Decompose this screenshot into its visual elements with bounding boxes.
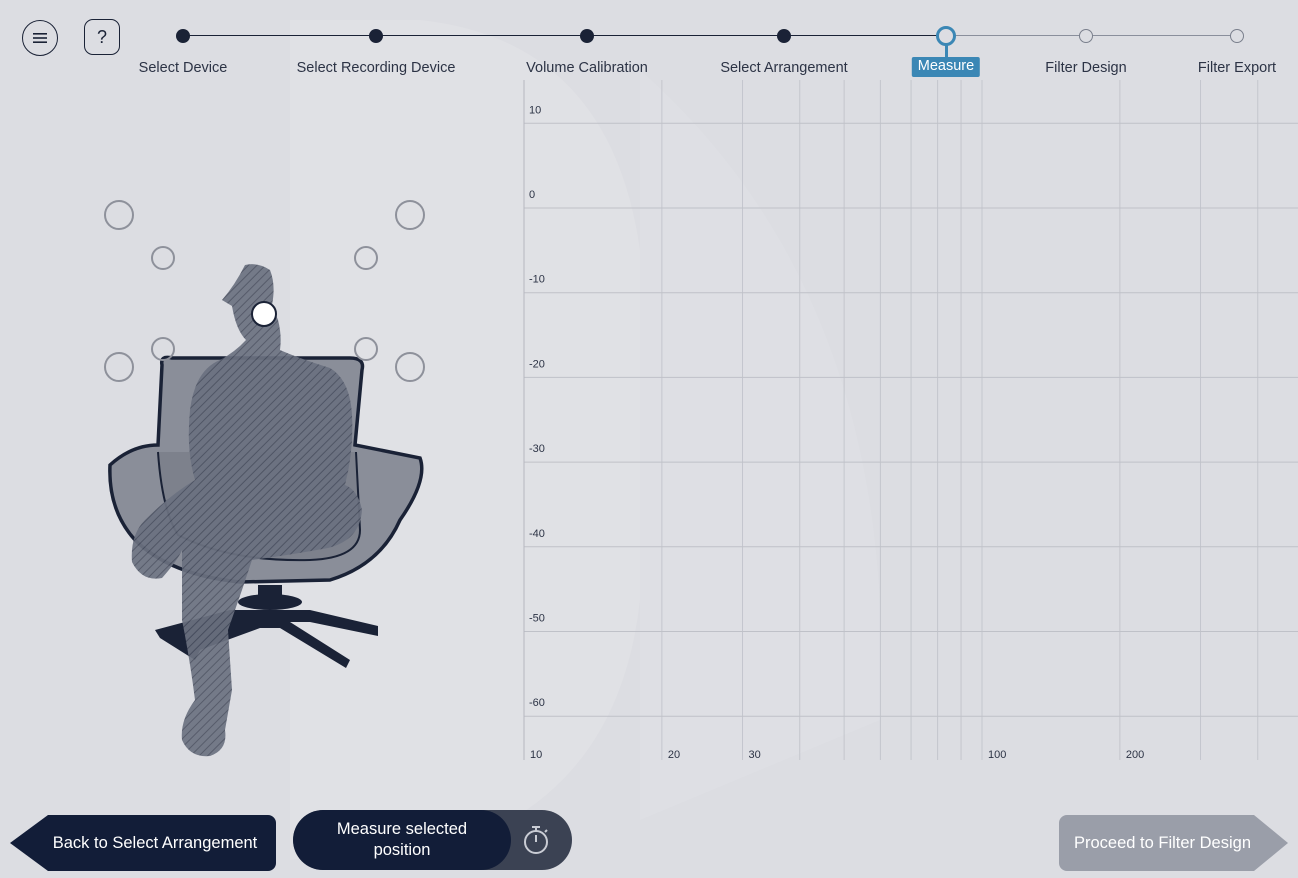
speaker-lower-right-inner[interactable] <box>354 337 378 361</box>
y-tick-label: -30 <box>529 443 545 455</box>
step-label-select-device[interactable]: Select Device <box>139 60 228 76</box>
y-tick-label: -50 <box>529 613 545 625</box>
listener-chair-illustration <box>60 190 480 770</box>
step-label-select-arrangement[interactable]: Select Arrangement <box>720 60 847 76</box>
speaker-upper-left-inner[interactable] <box>151 246 175 270</box>
y-tick-label: -20 <box>529 358 545 370</box>
step-label-measure[interactable]: Measure <box>911 57 981 77</box>
speaker-upper-left-outer[interactable] <box>104 200 134 230</box>
proceed-to-filter-design-button[interactable]: Proceed to Filter Design <box>1059 815 1288 871</box>
step-label-select-recording-device[interactable]: Select Recording Device <box>297 60 456 76</box>
step-marker-select-recording-device[interactable] <box>369 29 383 43</box>
x-tick-label: 20 <box>668 749 680 761</box>
hamburger-menu-icon <box>33 33 47 43</box>
x-tick-label: 200 <box>1126 749 1144 761</box>
measure-selected-position-button[interactable]: Measure selected position <box>293 810 511 870</box>
step-label-filter-export[interactable]: Filter Export <box>1198 60 1276 76</box>
y-tick-label: 10 <box>529 104 541 116</box>
help-button[interactable]: ? <box>84 19 120 55</box>
proceed-button-label: Proceed to Filter Design <box>1074 833 1251 852</box>
step-marker-measure[interactable] <box>936 26 956 46</box>
help-icon: ? <box>96 26 107 47</box>
x-tick-label: 10 <box>530 749 542 761</box>
y-tick-label: -10 <box>529 274 545 286</box>
step-marker-select-arrangement[interactable] <box>777 29 791 43</box>
stopwatch-icon <box>524 826 548 854</box>
step-label-filter-design[interactable]: Filter Design <box>1045 60 1126 76</box>
speaker-upper-right-outer[interactable] <box>395 200 425 230</box>
measurement-position-selected[interactable] <box>251 301 277 327</box>
speaker-lower-left-inner[interactable] <box>151 337 175 361</box>
wizard-stepper: Select Device Select Recording Device Volu… <box>0 0 1298 90</box>
x-tick-label: 30 <box>749 749 761 761</box>
back-button-label: Back to Select Arrangement <box>52 833 258 852</box>
measure-button-label-line2: position <box>373 841 431 859</box>
stepper-connector <box>183 35 376 36</box>
y-tick-label: -40 <box>529 528 545 540</box>
x-tick-label: 100 <box>988 749 1006 761</box>
speaker-lower-left-outer[interactable] <box>104 352 134 382</box>
stepper-connector <box>784 35 946 36</box>
step-label-volume-calibration[interactable]: Volume Calibration <box>526 60 648 76</box>
measure-button-label-line1: Measure selected <box>336 820 468 838</box>
speaker-upper-right-inner[interactable] <box>354 246 378 270</box>
y-tick-label: -60 <box>529 697 545 709</box>
menu-button[interactable] <box>22 20 58 56</box>
step-marker-filter-export[interactable] <box>1230 29 1244 43</box>
stepper-connector <box>376 35 587 36</box>
measure-control: Measure selected position <box>293 810 572 870</box>
step-marker-filter-design[interactable] <box>1079 29 1093 43</box>
stepper-connector <box>946 35 1086 36</box>
step-marker-volume-calibration[interactable] <box>580 29 594 43</box>
step-marker-select-device[interactable] <box>176 29 190 43</box>
stepper-connector <box>587 35 784 36</box>
back-to-select-arrangement-button[interactable]: Back to Select Arrangement <box>10 815 276 871</box>
speaker-lower-right-outer[interactable] <box>395 352 425 382</box>
stepper-connector <box>1086 35 1237 36</box>
delayed-measure-button[interactable] <box>518 822 554 858</box>
y-tick-label: 0 <box>529 189 535 201</box>
